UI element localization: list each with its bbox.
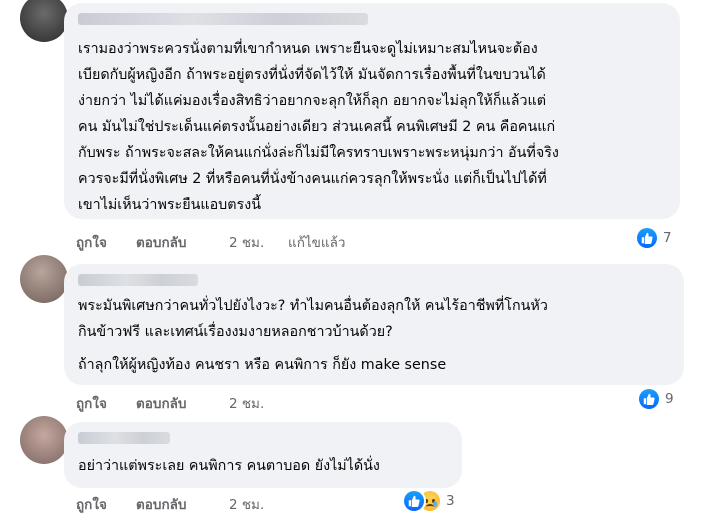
commenter-avatar[interactable] — [20, 416, 68, 464]
commenter-name-redacted[interactable] — [78, 432, 170, 444]
comment-text-line: คน มันไม่ใช่ประเด็นแค่ตรงนั้นอย่างเดียว … — [78, 119, 556, 135]
reply-button[interactable]: ตอบกลับ — [136, 493, 186, 515]
comment-text-line: เขาไม่เห็นว่าพระยืนแอบตรงนี้ — [78, 197, 261, 213]
comment-text-line: ง่ายกว่า ไม่ได้แค่มองเรื่องสิทธิว่าอยากจ… — [78, 93, 547, 109]
comment-text-line: ถ้าลุกให้ผู้หญิงท้อง คนชรา หรือ คนพิการ … — [78, 357, 447, 373]
reaction-summary[interactable]: 3 — [404, 491, 455, 511]
comment-text-line: อย่าว่าแต่พระเลย คนพิการ คนตาบอด ยังไม่ไ… — [78, 458, 380, 474]
reply-button[interactable]: ตอบกลับ — [136, 231, 186, 253]
like-button[interactable]: ถูกใจ — [76, 231, 107, 253]
comment-bubble: อย่าว่าแต่พระเลย คนพิการ คนตาบอด ยังไม่ไ… — [64, 422, 462, 488]
comment-text-line: เรามองว่าพระควรนั่งตามที่เขากำหนด เพราะย… — [78, 41, 538, 57]
comment-text-line: พระมันพิเศษกว่าคนทั่วไปยังไงวะ? ทำไมคนอื… — [78, 298, 548, 314]
like-reaction-icon — [639, 389, 659, 409]
comment-text-line: เบียดกับผู้หญิงอีก ถ้าพระอยู่ตรงที่นั่งท… — [78, 67, 546, 83]
commenter-name-redacted[interactable] — [78, 13, 368, 25]
comment-2: พระมันพิเศษกว่าคนทั่วไปยังไงวะ? ทำไมคนอื… — [0, 255, 726, 412]
like-button[interactable]: ถูกใจ — [76, 493, 107, 515]
edited-label[interactable]: แก้ไขแล้ว — [288, 231, 345, 253]
commenter-avatar[interactable] — [20, 255, 68, 303]
like-reaction-icon — [404, 491, 424, 511]
comment-1: เรามองว่าพระควรนั่งตามที่เขากำหนด เพราะย… — [0, 0, 726, 255]
reaction-count: 7 — [663, 230, 672, 246]
comment-text-line: กับพระ ถ้าพระจะสละให้คนแก่นั่งล่ะก็ไม่มี… — [78, 145, 559, 161]
like-reaction-icon — [637, 228, 657, 248]
commenter-avatar[interactable] — [20, 0, 68, 42]
comment-bubble: พระมันพิเศษกว่าคนทั่วไปยังไงวะ? ทำไมคนอื… — [64, 264, 684, 385]
comment-timestamp[interactable]: 2 ชม. — [229, 493, 264, 515]
comment-text-line: กินข้าวฟรี และเทศน์เรื่องงมงายหลอกชาวบ้า… — [78, 324, 393, 340]
reaction-summary[interactable]: 7 — [637, 228, 672, 248]
comment-text-line: ควรจะมีที่นั่งพิเศษ 2 ที่หรือคนที่นั่งข้… — [78, 171, 547, 187]
comment-bubble: เรามองว่าพระควรนั่งตามที่เขากำหนด เพราะย… — [64, 3, 680, 219]
reaction-count: 3 — [446, 493, 455, 509]
commenter-name-redacted[interactable] — [78, 274, 198, 286]
comment-timestamp[interactable]: 2 ชม. — [229, 231, 264, 253]
comment-3: อย่าว่าแต่พระเลย คนพิการ คนตาบอด ยังไม่ไ… — [0, 405, 726, 518]
